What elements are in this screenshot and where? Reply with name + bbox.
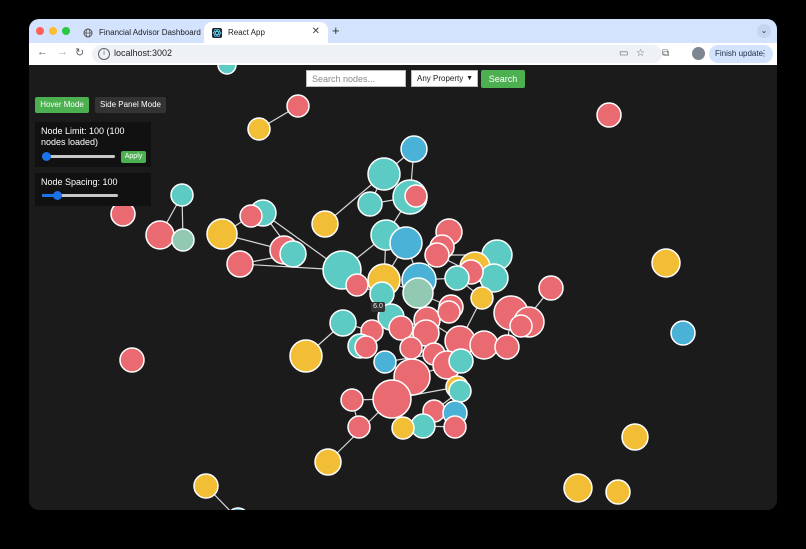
graph-node[interactable] — [538, 275, 564, 301]
url-text: localhost:3002 — [114, 48, 173, 58]
slider-thumb[interactable] — [53, 191, 63, 200]
graph-node[interactable] — [329, 309, 357, 337]
address-bar[interactable]: i localhost:3002 — [92, 45, 662, 63]
graph-edges — [159, 105, 552, 510]
globe-icon — [83, 28, 93, 38]
graph-node[interactable] — [171, 228, 195, 252]
graph-node[interactable] — [345, 273, 369, 297]
node-spacing-slider[interactable] — [42, 191, 118, 200]
property-select[interactable]: Any Property ▼ — [411, 70, 478, 87]
puzzle-icon[interactable]: ⧉ — [662, 48, 669, 59]
arrow-right-icon[interactable]: → — [57, 46, 68, 58]
graph-node[interactable] — [206, 218, 238, 250]
graph-node[interactable] — [448, 348, 474, 374]
hover-mode-button[interactable]: Hover Mode — [35, 97, 89, 113]
info-icon[interactable]: i — [98, 48, 110, 60]
graph-node[interactable] — [670, 320, 696, 346]
graph-node[interactable] — [286, 94, 310, 118]
graph-node[interactable] — [389, 226, 423, 260]
graph-node[interactable] — [217, 65, 237, 75]
reload-icon[interactable]: ↻ — [75, 46, 84, 59]
graph-node[interactable] — [621, 423, 649, 451]
install-app-icon[interactable]: ▭ — [619, 48, 628, 59]
graph-node[interactable] — [437, 300, 461, 324]
graph-node[interactable] — [469, 330, 499, 360]
graph-node[interactable] — [193, 473, 219, 499]
kebab-menu-icon: ⋮ — [760, 49, 768, 58]
graph-node[interactable] — [424, 242, 450, 268]
tab-title: Financial Advisor Dashboard — [99, 28, 201, 37]
star-icon[interactable]: ☆ — [636, 48, 645, 59]
react-icon — [212, 27, 222, 38]
side-panel-mode-button[interactable]: Side Panel Mode — [95, 97, 166, 113]
graph-node[interactable] — [651, 248, 681, 278]
property-selected: Any Property — [417, 74, 464, 83]
graph-node[interactable] — [402, 277, 434, 309]
graph-node[interactable] — [145, 220, 175, 250]
tab-title: React App — [228, 28, 265, 37]
graph-node[interactable] — [444, 265, 470, 291]
node-limit-panel: Node Limit: 100 (100 nodes loaded) Apply — [35, 122, 151, 167]
node-limit-label: Node Limit: 100 (100 nodes loaded) — [41, 126, 125, 147]
graph-node[interactable] — [119, 347, 145, 373]
graph-node[interactable] — [410, 413, 436, 439]
new-tab-button[interactable]: + — [332, 23, 340, 38]
graph-node[interactable] — [605, 479, 631, 505]
apply-button[interactable]: Apply — [121, 151, 146, 163]
graph-node[interactable] — [239, 204, 263, 228]
graph-node[interactable] — [311, 210, 339, 238]
graph-node[interactable] — [289, 339, 323, 373]
graph-node[interactable] — [367, 157, 401, 191]
graph-node[interactable] — [373, 350, 397, 374]
maximize-window-dot[interactable] — [62, 27, 70, 35]
graph-node[interactable] — [170, 183, 194, 207]
graph-node[interactable] — [404, 184, 428, 208]
search-placeholder: Search nodes... — [312, 74, 376, 84]
graph-node[interactable] — [391, 416, 415, 440]
graph-node[interactable] — [226, 250, 254, 278]
browser-toolbar: ← → ↻ i localhost:3002 ▭ ☆ ⧉ Finish upda… — [29, 43, 777, 65]
graph-node[interactable] — [400, 135, 428, 163]
finish-update-label: Finish update — [715, 49, 764, 58]
graph-node[interactable] — [563, 473, 593, 503]
graph-node[interactable] — [247, 117, 271, 141]
graph-node[interactable] — [340, 388, 364, 412]
minimize-window-dot[interactable] — [49, 27, 57, 35]
finish-update-button[interactable]: Finish update ⋮ — [709, 45, 773, 63]
slider-thumb[interactable] — [41, 152, 51, 161]
node-spacing-label: Node Spacing: 100 — [41, 177, 118, 187]
tab-react-app[interactable]: React App ✕ — [204, 22, 328, 43]
close-tab-icon[interactable]: ✕ — [312, 26, 320, 37]
graph-node[interactable] — [509, 314, 533, 338]
close-window-dot[interactable] — [36, 27, 44, 35]
tab-bar: Financial Advisor Dashboard ✕ React App … — [29, 19, 777, 43]
graph-page: Search nodes... Any Property ▼ Search Ho… — [29, 65, 777, 510]
arrow-left-icon[interactable]: ← — [37, 46, 48, 58]
node-tooltip: 6.0 — [371, 302, 385, 312]
graph-node[interactable] — [347, 415, 371, 439]
graph-nodes — [110, 65, 696, 510]
graph-node[interactable] — [357, 191, 383, 217]
graph-node[interactable] — [470, 286, 494, 310]
tab-search-button[interactable]: ⌄ — [757, 24, 771, 38]
search-input[interactable]: Search nodes... — [306, 70, 406, 87]
node-limit-slider[interactable] — [41, 152, 115, 161]
graph-node[interactable] — [354, 335, 378, 359]
node-spacing-panel: Node Spacing: 100 — [35, 173, 151, 206]
graph-node[interactable] — [372, 379, 412, 419]
graph-node[interactable] — [227, 507, 249, 510]
graph-node[interactable] — [494, 334, 520, 360]
graph-node[interactable] — [279, 240, 307, 268]
graph-node[interactable] — [314, 448, 342, 476]
graph-node[interactable] — [399, 336, 423, 360]
graph-node[interactable] — [443, 415, 467, 439]
avatar[interactable] — [692, 47, 705, 60]
browser-window: Financial Advisor Dashboard ✕ React App … — [29, 19, 777, 510]
chevron-down-icon: ▼ — [466, 75, 473, 82]
search-button[interactable]: Search — [481, 70, 525, 88]
graph-node[interactable] — [596, 102, 622, 128]
graph-node[interactable] — [448, 379, 472, 403]
